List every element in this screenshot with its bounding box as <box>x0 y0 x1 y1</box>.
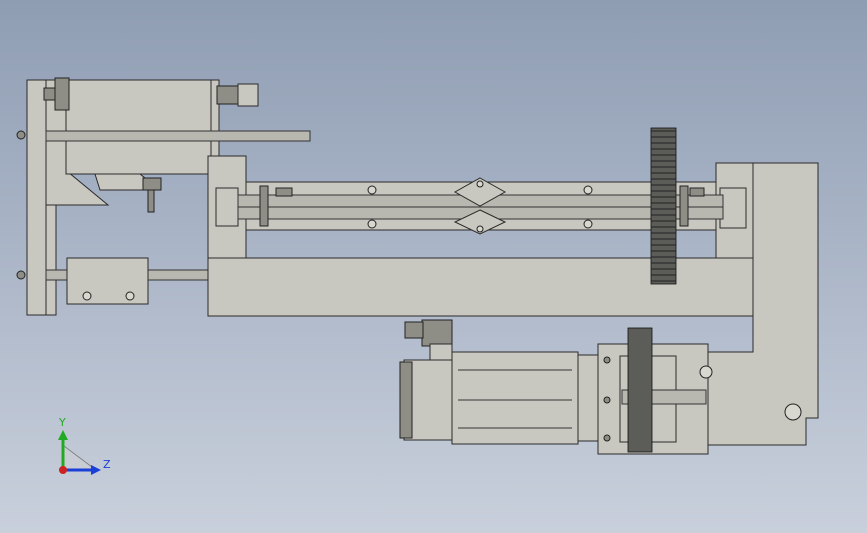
cad-viewport[interactable]: Y Z <box>0 0 867 533</box>
lower-gear <box>627 327 653 453</box>
lower-slider <box>45 257 213 305</box>
y-axis-label: Y <box>58 416 66 429</box>
coordinate-triad: Y Z <box>58 416 111 475</box>
lead-screw-assembly <box>237 177 724 235</box>
assembly-drawing: Y Z <box>16 77 819 475</box>
z-axis-label: Z <box>103 458 111 471</box>
upper-guide-rod <box>45 130 311 142</box>
servo-motor <box>399 319 601 445</box>
upper-gear <box>650 127 677 285</box>
gear-housing <box>597 343 713 455</box>
